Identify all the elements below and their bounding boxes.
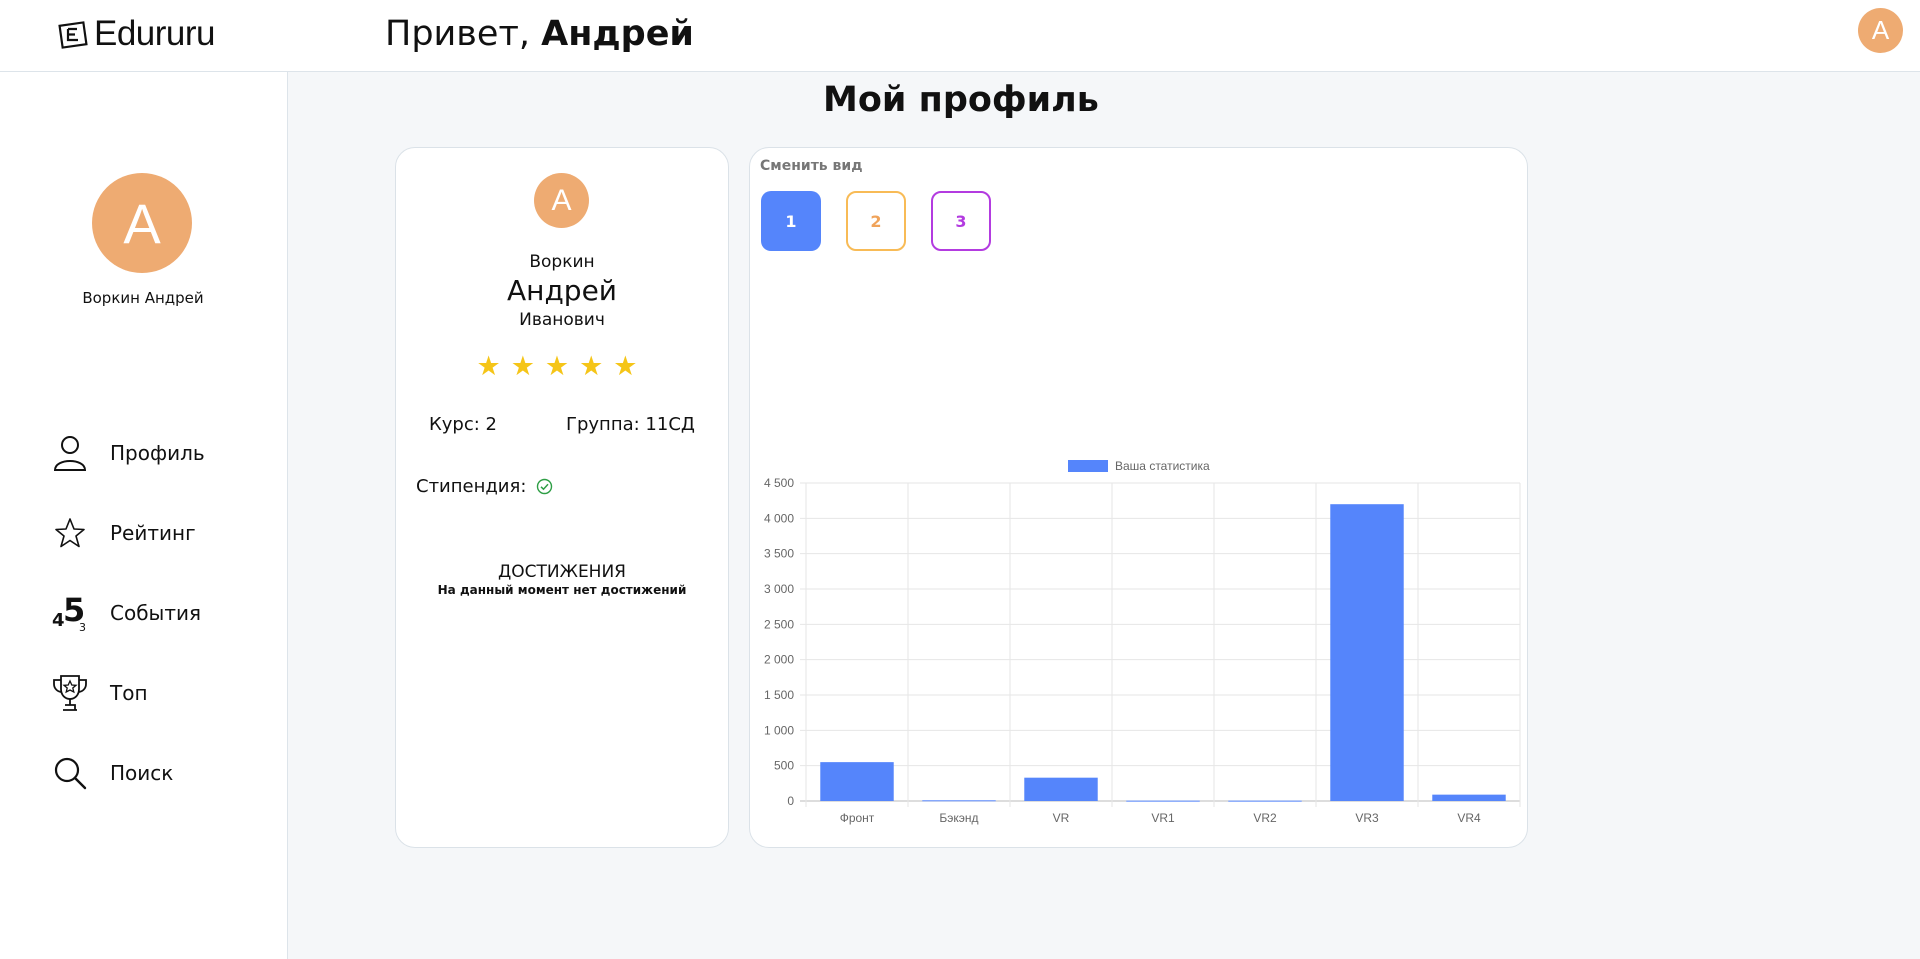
x-tick-label: Фронт <box>840 811 875 825</box>
chart-bar <box>1024 777 1098 801</box>
greeting: Привет, Андрей <box>385 14 694 54</box>
sidebar-nav: Профиль Рейтинг 453 События Топ Поиск <box>50 433 205 833</box>
sidebar-item-profile[interactable]: Профиль <box>50 433 205 473</box>
y-tick-label: 0 <box>787 794 794 808</box>
profile-patronymic: Иванович <box>519 310 605 330</box>
y-tick-label: 3 000 <box>764 582 794 596</box>
chart-bar <box>1228 800 1302 802</box>
logo[interactable]: Edururu <box>58 14 216 54</box>
sidebar-item-label: События <box>110 601 202 625</box>
user-icon <box>50 433 90 473</box>
profile-surname: Воркин <box>529 252 595 272</box>
sidebar-item-events[interactable]: 453 События <box>50 593 205 633</box>
stipend-label: Стипендия: <box>416 476 527 497</box>
chart-bar <box>820 762 894 801</box>
x-tick-label: VR <box>1053 811 1070 825</box>
sidebar-user-name: Воркин Андрей <box>82 289 204 307</box>
x-tick-label: VR3 <box>1355 811 1379 825</box>
page-title: Мой профиль <box>823 80 1099 120</box>
legend-swatch <box>1068 460 1108 472</box>
events-icon: 453 <box>50 593 90 633</box>
svg-text:3: 3 <box>79 621 86 633</box>
sidebar-item-label: Рейтинг <box>110 521 196 545</box>
group-label: Группа: 11СД <box>566 414 695 435</box>
sidebar-item-rating[interactable]: Рейтинг <box>50 513 205 553</box>
check-circle-icon <box>537 478 553 495</box>
achievements-empty: На данный момент нет достижений <box>437 583 687 597</box>
stipend-row: Стипендия: <box>416 476 553 497</box>
sidebar-item-label: Поиск <box>110 761 174 785</box>
greeting-name: Андрей <box>541 14 694 54</box>
greeting-prefix: Привет, <box>385 14 530 54</box>
logo-text: Edururu <box>94 14 216 53</box>
star-icon <box>50 513 90 553</box>
chart-bar <box>1126 800 1200 802</box>
sidebar-item-label: Профиль <box>110 441 205 465</box>
rating-stars: ★★★★★ <box>476 351 648 382</box>
x-tick-label: VR4 <box>1457 811 1481 825</box>
sidebar-avatar: A <box>92 173 192 273</box>
search-icon <box>50 753 90 793</box>
y-tick-label: 2 000 <box>764 653 794 667</box>
y-tick-label: 500 <box>774 759 794 773</box>
x-tick-label: VR2 <box>1253 811 1277 825</box>
profile-first-name: Андрей <box>506 274 618 307</box>
chart-card: Сменить вид 1 2 3 Ваша статистика 0 500 1 0… <box>749 147 1528 848</box>
chart-bar <box>922 800 996 802</box>
chart-bar <box>1432 794 1506 801</box>
y-tick-label: 4 000 <box>764 511 794 525</box>
legend-label: Ваша статистика <box>1115 459 1210 473</box>
sidebar: A Воркин Андрей Профиль Рейтинг 453 Собы… <box>0 72 288 959</box>
sidebar-item-top[interactable]: Топ <box>50 673 205 713</box>
header: Edururu Привет, Андрей A <box>0 0 1920 72</box>
course-label: Курс: 2 <box>429 414 497 435</box>
chart-bar <box>1330 504 1404 801</box>
sidebar-item-label: Топ <box>110 681 148 705</box>
x-tick-label: VR1 <box>1151 811 1175 825</box>
stats-bar-chart: Ваша статистика 0 500 1 000 1 500 2 000 2 500 3… <box>764 459 1521 825</box>
y-tick-label: 2 500 <box>764 617 794 631</box>
profile-card: A Воркин Андрей Иванович ★★★★★ Курс: 2 Г… <box>395 147 729 848</box>
logo-icon <box>58 21 88 49</box>
y-tick-label: 1 000 <box>764 723 794 737</box>
x-tick-label: Бэкэнд <box>939 811 978 825</box>
achievements-title: ДОСТИЖЕНИЯ <box>498 562 626 582</box>
sidebar-item-search[interactable]: Поиск <box>50 753 205 793</box>
profile-avatar: A <box>534 173 589 228</box>
y-tick-label: 1 500 <box>764 688 794 702</box>
y-tick-label: 4 500 <box>764 476 794 490</box>
header-avatar[interactable]: A <box>1858 8 1903 53</box>
trophy-icon <box>50 673 90 713</box>
y-tick-label: 3 500 <box>764 547 794 561</box>
